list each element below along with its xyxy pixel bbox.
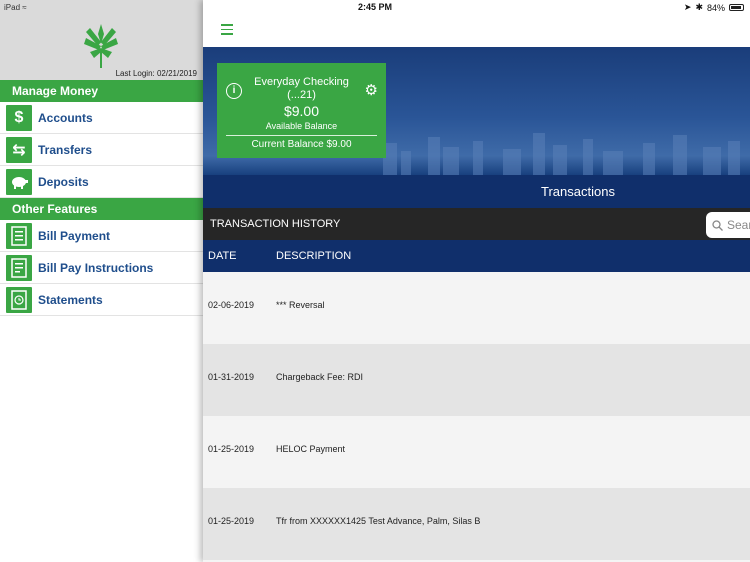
row-description: *** Reversal: [276, 300, 325, 310]
account-card[interactable]: i ⚙ Everyday Checking (...21) $9.00 Avai…: [217, 63, 386, 158]
row-description: Tfr from XXXXXX1425 Test Advance, Palm, …: [276, 516, 481, 526]
account-banner: i ⚙ Everyday Checking (...21) $9.00 Avai…: [203, 47, 750, 175]
current-balance: Current Balance $9.00: [251, 139, 352, 150]
section-other-features: Other Features: [0, 198, 203, 220]
sidebar: Last Login: 02/21/2019 Manage Money $ Ac…: [0, 0, 203, 562]
table-row[interactable]: 01-25-2019 HELOC Payment: [203, 416, 750, 488]
sidebar-item-label: Deposits: [38, 174, 89, 189]
sidebar-item-label: Accounts: [38, 110, 93, 125]
row-date: 02-06-2019: [208, 300, 255, 310]
last-login-text: Last Login: 02/21/2019: [115, 69, 197, 78]
table-row[interactable]: 01-31-2019 Chargeback Fee: RDI: [203, 344, 750, 416]
transaction-history-label: TRANSACTION HISTORY: [210, 218, 341, 230]
sidebar-item-deposits[interactable]: Deposits: [0, 166, 203, 198]
transaction-list: 02-06-2019 *** Reversal 01-31-2019 Charg…: [203, 272, 750, 560]
statement-document-icon: [6, 286, 32, 313]
transaction-history-header: TRANSACTION HISTORY Sear: [203, 208, 750, 240]
row-date: 01-25-2019: [208, 516, 255, 526]
row-description: Chargeback Fee: RDI: [276, 372, 364, 382]
table-header: DATE DESCRIPTION: [203, 240, 750, 272]
battery-icon: [729, 4, 744, 11]
instructions-document-icon: [6, 254, 32, 281]
available-balance-amount: $9.00: [283, 103, 320, 119]
row-date: 01-25-2019: [208, 444, 255, 454]
info-icon[interactable]: i: [226, 83, 242, 99]
bill-document-icon: [6, 222, 32, 249]
column-description: DESCRIPTION: [276, 250, 352, 262]
card-divider: [226, 135, 377, 136]
sidebar-item-transfers[interactable]: ⇆ Transfers: [0, 134, 203, 166]
account-name: Everyday Checking: [254, 76, 349, 88]
location-icon: ➤: [683, 2, 692, 12]
sidebar-item-accounts[interactable]: $ Accounts: [0, 102, 203, 134]
bluetooth-icon: ✱: [695, 2, 703, 12]
sidebar-item-label: Statements: [38, 292, 103, 307]
transfer-arrows-icon: ⇆: [6, 136, 32, 163]
row-date: 01-31-2019: [208, 372, 255, 382]
available-balance-label: Available Balance: [265, 121, 338, 131]
table-row[interactable]: 02-06-2019 *** Reversal: [203, 272, 750, 344]
page-title: Transactions: [203, 175, 750, 208]
table-row[interactable]: 01-25-2019 Tfr from XXXXXX1425 Test Adva…: [203, 488, 750, 560]
bank-logo: [82, 20, 120, 75]
sidebar-item-bill-payment[interactable]: Bill Payment: [0, 220, 203, 252]
sidebar-item-label: Bill Pay Instructions: [38, 260, 154, 275]
row-description: HELOC Payment: [276, 444, 346, 454]
status-bar: iPad ≈ 2:45 PM ➤ ✱ 84%: [0, 0, 750, 16]
section-manage-money: Manage Money: [0, 80, 203, 102]
search-icon: [712, 219, 723, 231]
gear-icon[interactable]: ⚙: [365, 81, 378, 99]
column-date: DATE: [208, 250, 237, 262]
search-input[interactable]: Sear: [706, 212, 750, 238]
dollar-icon: $: [6, 104, 32, 131]
account-number: (...21): [287, 89, 316, 101]
piggy-bank-icon: [6, 168, 32, 195]
search-placeholder: Sear: [727, 218, 750, 232]
sidebar-item-label: Transfers: [38, 142, 93, 157]
clock: 2:45 PM: [357, 2, 392, 12]
main-panel: i ⚙ Everyday Checking (...21) $9.00 Avai…: [203, 0, 750, 562]
status-indicators: ➤ ✱ 84%: [684, 2, 744, 13]
sidebar-item-statements[interactable]: Statements: [0, 284, 203, 316]
sidebar-item-bill-pay-instructions[interactable]: Bill Pay Instructions: [0, 252, 203, 284]
battery-percent: 84%: [706, 2, 725, 13]
hamburger-menu-icon[interactable]: [221, 24, 233, 38]
sidebar-item-label: Bill Payment: [38, 228, 111, 243]
